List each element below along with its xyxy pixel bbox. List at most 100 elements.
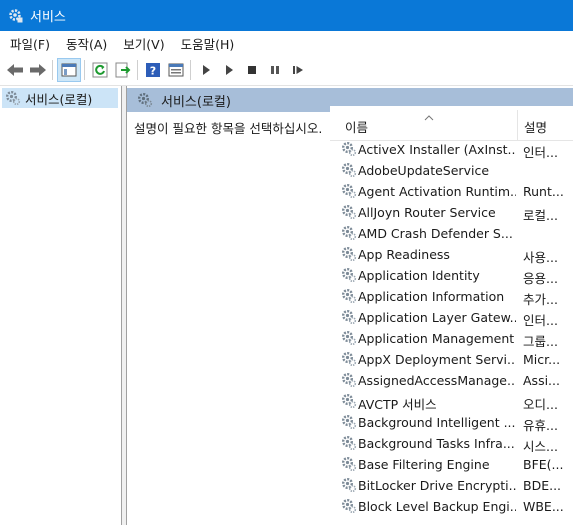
- service-name: Block Level Backup Engi...: [358, 499, 516, 514]
- service-name: Base Filtering Engine: [358, 457, 490, 472]
- services-gear-icon: [7, 7, 25, 25]
- restart-icon[interactable]: [287, 59, 309, 81]
- table-row[interactable]: BitLocker Drive Encrypti... BDE...: [330, 475, 573, 496]
- table-row[interactable]: Agent Activation Runtim... Runt...: [330, 181, 573, 202]
- play-alt-icon[interactable]: [218, 59, 240, 81]
- service-name: Application Layer Gatew...: [358, 310, 516, 325]
- table-row[interactable]: Application Information 추가...: [330, 286, 573, 307]
- console-tree: 서비스(로컬): [0, 86, 122, 525]
- table-row[interactable]: Background Tasks Infra... 시스...: [330, 433, 573, 454]
- service-gear-icon: [341, 330, 357, 349]
- menu-view[interactable]: 보기(V): [115, 34, 172, 53]
- back-arrow-icon[interactable]: [4, 59, 26, 81]
- service-description: BDE...: [523, 478, 562, 493]
- service-name: AllJoyn Router Service: [358, 205, 496, 220]
- menu-file[interactable]: 파일(F): [0, 34, 58, 53]
- service-name: AssignedAccessManage...: [358, 373, 516, 388]
- service-gear-icon: [341, 351, 357, 370]
- play-icon[interactable]: [195, 59, 217, 81]
- service-description: 응용...: [523, 271, 558, 286]
- properties-icon[interactable]: [165, 59, 187, 81]
- service-description: Micr...: [523, 352, 561, 367]
- table-row[interactable]: Background Intelligent ... 유휴...: [330, 412, 573, 433]
- service-gear-icon: [341, 183, 357, 202]
- menu-action[interactable]: 동작(A): [58, 34, 115, 53]
- toolbar: ?: [0, 55, 573, 86]
- table-row[interactable]: Block Level Backup Engi... WBE...: [330, 496, 573, 517]
- service-gear-icon: [341, 456, 357, 475]
- column-separator[interactable]: [517, 110, 518, 140]
- table-row[interactable]: Application Layer Gatew... 인터...: [330, 307, 573, 328]
- service-description: 유휴...: [523, 418, 558, 433]
- pause-icon[interactable]: [264, 59, 286, 81]
- column-description[interactable]: 설명: [524, 117, 547, 136]
- service-name: Agent Activation Runtim...: [358, 184, 516, 199]
- column-name[interactable]: 이름: [345, 117, 368, 136]
- toolbar-separator: [190, 60, 191, 80]
- service-name: Background Intelligent ...: [358, 415, 516, 430]
- services-gear-icon: [137, 92, 153, 108]
- service-name: Application Identity: [358, 268, 480, 283]
- service-gear-icon: [341, 435, 357, 454]
- service-description: 사용...: [523, 250, 558, 265]
- service-name: Background Tasks Infra...: [358, 436, 515, 451]
- table-row[interactable]: Application Management 그룹...: [330, 328, 573, 349]
- menu-help[interactable]: 도움말(H): [173, 34, 243, 53]
- service-description: BFE(...: [523, 457, 564, 472]
- table-row[interactable]: AVCTP 서비스 오디...: [330, 391, 573, 412]
- service-gear-icon: [341, 414, 357, 433]
- service-gear-icon: [341, 372, 357, 391]
- service-gear-icon: [341, 393, 357, 412]
- service-gear-icon: [341, 477, 357, 496]
- table-row[interactable]: AssignedAccessManage... Assi...: [330, 370, 573, 391]
- show-tree-icon[interactable]: [57, 58, 81, 82]
- service-gear-icon: [341, 162, 357, 181]
- description-text: 설명이 필요한 항목을 선택하십시오.: [134, 121, 323, 136]
- column-header: 이름 설명: [330, 106, 573, 141]
- service-name: ActiveX Installer (AxInst...: [358, 142, 516, 157]
- table-row[interactable]: Base Filtering Engine BFE(...: [330, 454, 573, 475]
- content-pane: 서비스(로컬) 설명이 필요한 항목을 선택하십시오. 이름 설명 Active…: [126, 86, 573, 525]
- service-description: 로컬...: [523, 208, 558, 223]
- content-header-title: 서비스(로컬): [161, 94, 231, 110]
- service-gear-icon: [341, 309, 357, 328]
- table-row[interactable]: App Readiness 사용...: [330, 244, 573, 265]
- toolbar-separator: [52, 60, 53, 80]
- service-name: AVCTP 서비스: [358, 397, 437, 412]
- service-gear-icon: [341, 204, 357, 223]
- table-row[interactable]: AllJoyn Router Service 로컬...: [330, 202, 573, 223]
- service-description: Assi...: [523, 373, 560, 388]
- service-description: 인터...: [523, 145, 558, 160]
- tree-item-label: 서비스(로컬): [25, 91, 93, 107]
- services-list: 이름 설명 ActiveX Installer (AxInst... 인터... A…: [330, 106, 573, 525]
- forward-arrow-icon[interactable]: [27, 59, 49, 81]
- stop-icon[interactable]: [241, 59, 263, 81]
- help-icon[interactable]: ?: [142, 59, 164, 81]
- service-description: WBE...: [523, 499, 564, 514]
- svg-text:?: ?: [150, 65, 156, 78]
- table-row[interactable]: Application Identity 응용...: [330, 265, 573, 286]
- table-row[interactable]: AMD Crash Defender S...: [330, 223, 573, 244]
- service-name: Application Management: [358, 331, 515, 346]
- table-row[interactable]: AppX Deployment Servi... Micr...: [330, 349, 573, 370]
- service-description: Runt...: [523, 184, 564, 199]
- service-description: 인터...: [523, 313, 558, 328]
- service-gear-icon: [341, 267, 357, 286]
- service-gear-icon: [341, 141, 357, 160]
- refresh-icon[interactable]: [89, 59, 111, 81]
- sort-ascending-icon: [424, 109, 434, 124]
- service-name: AppX Deployment Servi...: [358, 352, 516, 367]
- menu-bar: 파일(F) 동작(A) 보기(V) 도움말(H): [0, 31, 573, 55]
- window-title: 서비스: [30, 10, 66, 25]
- service-description: 오디...: [523, 397, 558, 412]
- toolbar-separator: [84, 60, 85, 80]
- service-name: BitLocker Drive Encrypti...: [358, 478, 516, 493]
- table-row[interactable]: AdobeUpdateService: [330, 160, 573, 181]
- export-list-icon[interactable]: [112, 59, 134, 81]
- tree-item-services-local[interactable]: 서비스(로컬): [2, 88, 118, 108]
- services-gear-icon: [5, 90, 21, 106]
- service-gear-icon: [341, 288, 357, 307]
- service-gear-icon: [341, 246, 357, 265]
- service-gear-icon: [341, 498, 357, 517]
- table-row[interactable]: ActiveX Installer (AxInst... 인터...: [330, 139, 573, 160]
